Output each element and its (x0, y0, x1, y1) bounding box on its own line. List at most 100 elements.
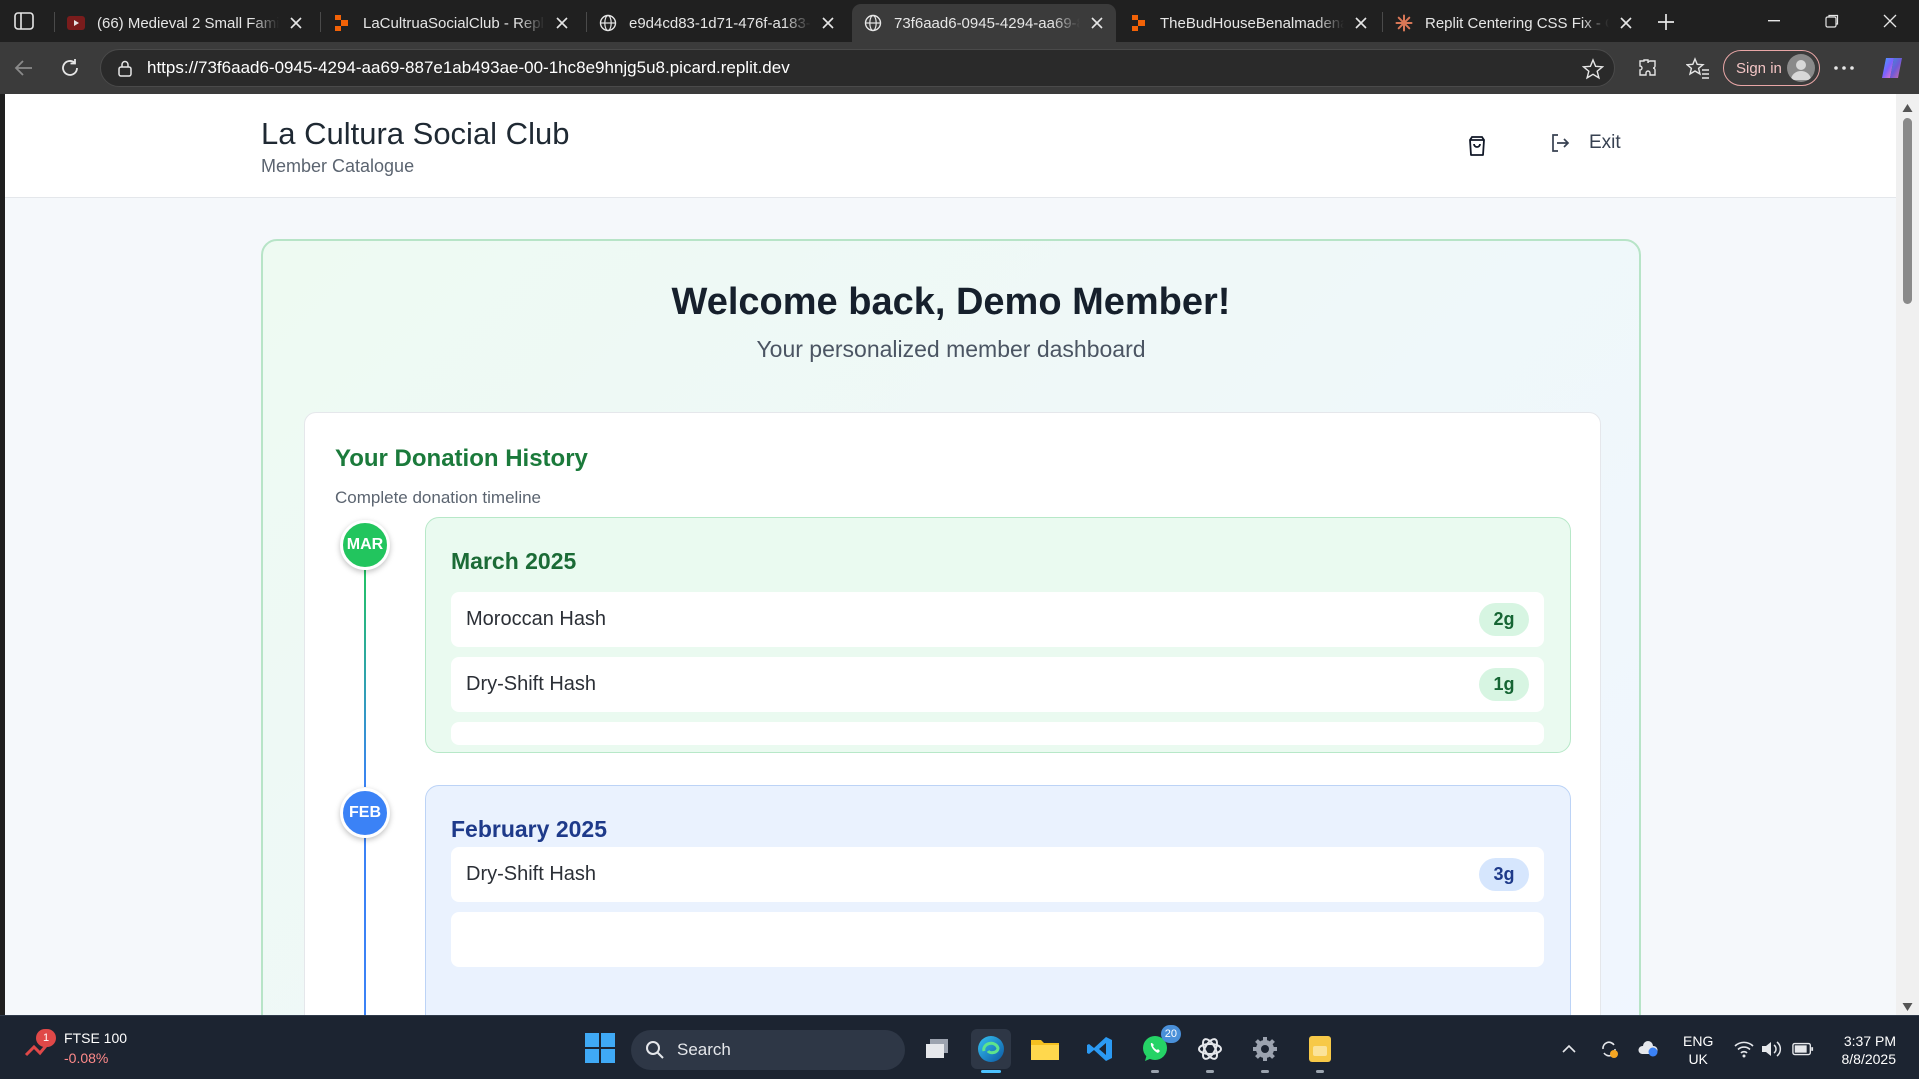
close-tab-icon[interactable] (1617, 14, 1635, 32)
url-text: https://73f6aad6-0945-4294-aa69-887e1ab4… (147, 58, 790, 77)
battery-icon[interactable] (1792, 1038, 1814, 1060)
tab-title: Replit Centering CSS Fix - Cl (1425, 14, 1609, 32)
taskbar-search[interactable]: Search (631, 1030, 905, 1070)
language-indicator[interactable]: ENG UK (1683, 1032, 1713, 1068)
profile-avatar-icon (1787, 54, 1815, 82)
timeline-line (364, 831, 366, 1015)
tab-title: TheBudHouseBenalmadena (1160, 14, 1344, 32)
edge-browser-icon[interactable] (971, 1029, 1011, 1073)
search-icon (645, 1040, 665, 1060)
show-hidden-icons-chevron-icon[interactable] (1558, 1038, 1580, 1060)
timeline-line (364, 563, 366, 787)
replit-icon (1130, 14, 1148, 32)
close-tab-icon[interactable] (287, 14, 305, 32)
whatsapp-badge: 20 (1160, 1025, 1181, 1043)
welcome-card: Welcome back, Demo Member! Your personal… (261, 239, 1641, 1015)
extensions-icon[interactable] (1633, 54, 1661, 82)
tab-e9d4cd83[interactable]: e9d4cd83-1d71-476f-a183-f (587, 4, 847, 42)
month-card-february: February 2025 Dry-Shift Hash 3g (425, 785, 1571, 1015)
scroll-up-icon[interactable] (1902, 100, 1913, 112)
donation-item-name: Dry-Shift Hash (466, 863, 597, 885)
scroll-thumb[interactable] (1903, 118, 1912, 304)
logout-icon (1549, 132, 1571, 154)
tab-youtube[interactable]: (66) Medieval 2 Small Family (55, 4, 315, 42)
file-explorer-icon[interactable] (1025, 1029, 1065, 1069)
donation-qty-badge: 2g (1479, 603, 1529, 636)
settings-gear-icon[interactable] (1245, 1029, 1285, 1073)
chatgpt-icon[interactable] (1190, 1029, 1230, 1073)
tab-budhouse[interactable]: TheBudHouseBenalmadena (1118, 4, 1380, 42)
widget-change: -0.08% (64, 1050, 109, 1066)
month-card-march: March 2025 Moroccan Hash 2g Dry-Shift Ha… (425, 517, 1571, 753)
shopping-bag-icon[interactable] (1465, 134, 1489, 158)
page-viewport: La Cultura Social Club Member Catalogue … (5, 94, 1896, 1015)
exit-label: Exit (1589, 132, 1621, 153)
vscode-icon[interactable] (1080, 1029, 1120, 1069)
windows-start-icon[interactable] (584, 1032, 616, 1064)
month-title: February 2025 (451, 816, 607, 842)
volume-icon[interactable] (1760, 1038, 1782, 1060)
close-tab-icon[interactable] (819, 14, 837, 32)
tab-claude[interactable]: Replit Centering CSS Fix - Cl (1383, 4, 1645, 42)
globe-icon (864, 14, 882, 32)
stocks-chart-icon: 1 (24, 1029, 56, 1063)
donation-qty-badge: 1g (1479, 668, 1529, 701)
vertical-tabs-icon[interactable] (12, 9, 36, 33)
globe-icon (599, 14, 617, 32)
claude-icon (1395, 14, 1413, 32)
donation-item (451, 912, 1544, 967)
close-tab-icon[interactable] (1352, 14, 1370, 32)
tab-73f6aad6-active[interactable]: 73f6aad6-0945-4294-aa69-8 (852, 4, 1116, 42)
windows-taskbar: 1 FTSE 100 -0.08% Search 20 ENG UK 3:37 … (0, 1015, 1919, 1079)
close-tab-icon[interactable] (1088, 14, 1106, 32)
copilot-icon[interactable] (1878, 54, 1906, 82)
tab-strip: (66) Medieval 2 Small Family LaCultruaSo… (0, 0, 1919, 42)
back-icon[interactable] (10, 54, 38, 82)
sign-in-button[interactable]: Sign in (1723, 50, 1820, 86)
minimize-button[interactable] (1746, 0, 1802, 42)
tab-replit-lacultura[interactable]: LaCultruaSocialClub - Replit (321, 4, 581, 42)
brand-title[interactable]: La Cultura Social Club (261, 116, 569, 152)
task-view-icon[interactable] (917, 1029, 957, 1069)
page-scrollbar[interactable] (1896, 94, 1919, 1015)
widget-badge: 1 (36, 1029, 56, 1047)
site-info-icon[interactable] (107, 59, 143, 77)
donation-history-title: Your Donation History (335, 445, 588, 472)
donation-item: Moroccan Hash 2g (451, 592, 1544, 647)
cloud-status-icon[interactable] (1637, 1038, 1659, 1060)
close-tab-icon[interactable] (553, 14, 571, 32)
search-label: Search (677, 1040, 731, 1059)
donation-item-name: Moroccan Hash (466, 608, 607, 630)
donation-history-subtitle: Complete donation timeline (335, 488, 542, 507)
sync-icon[interactable] (1598, 1038, 1620, 1060)
address-bar[interactable]: https://73f6aad6-0945-4294-aa69-887e1ab4… (100, 49, 1615, 87)
system-clock[interactable]: 3:37 PM 8/8/2025 (1832, 1032, 1897, 1068)
favorites-icon[interactable] (1684, 54, 1712, 82)
lang-line2: UK (1688, 1051, 1708, 1067)
stocks-widget[interactable]: 1 FTSE 100 -0.08% (24, 1028, 127, 1068)
welcome-subtitle: Your personalized member dashboard (756, 336, 1146, 362)
tab-title: LaCultruaSocialClub - Replit (363, 14, 545, 32)
donation-item-name: Dry-Shift Hash (466, 673, 597, 695)
notes-app-icon[interactable] (1300, 1029, 1340, 1073)
exit-button[interactable]: Exit (1549, 132, 1621, 154)
new-tab-button[interactable] (1652, 8, 1680, 36)
refresh-icon[interactable] (56, 54, 84, 82)
month-title: March 2025 (451, 548, 577, 574)
tab-title: 73f6aad6-0945-4294-aa69-8 (894, 14, 1080, 32)
tab-title: (66) Medieval 2 Small Family (97, 14, 279, 32)
month-badge-mar: MAR (340, 520, 390, 570)
donation-qty-badge: 3g (1479, 858, 1529, 891)
whatsapp-icon[interactable]: 20 (1135, 1025, 1181, 1073)
scroll-down-icon[interactable] (1902, 999, 1913, 1011)
more-options-icon[interactable] (1830, 54, 1858, 82)
month-badge-feb: FEB (340, 788, 390, 838)
close-window-button[interactable] (1862, 0, 1918, 42)
favorite-star-icon[interactable] (1581, 58, 1605, 85)
sign-in-label: Sign in (1736, 59, 1782, 77)
donation-item (451, 722, 1544, 745)
restore-button[interactable] (1804, 0, 1860, 42)
clock-date: 8/8/2025 (1841, 1051, 1897, 1067)
donation-item: Dry-Shift Hash 3g (451, 847, 1544, 902)
wifi-icon[interactable] (1733, 1038, 1755, 1060)
